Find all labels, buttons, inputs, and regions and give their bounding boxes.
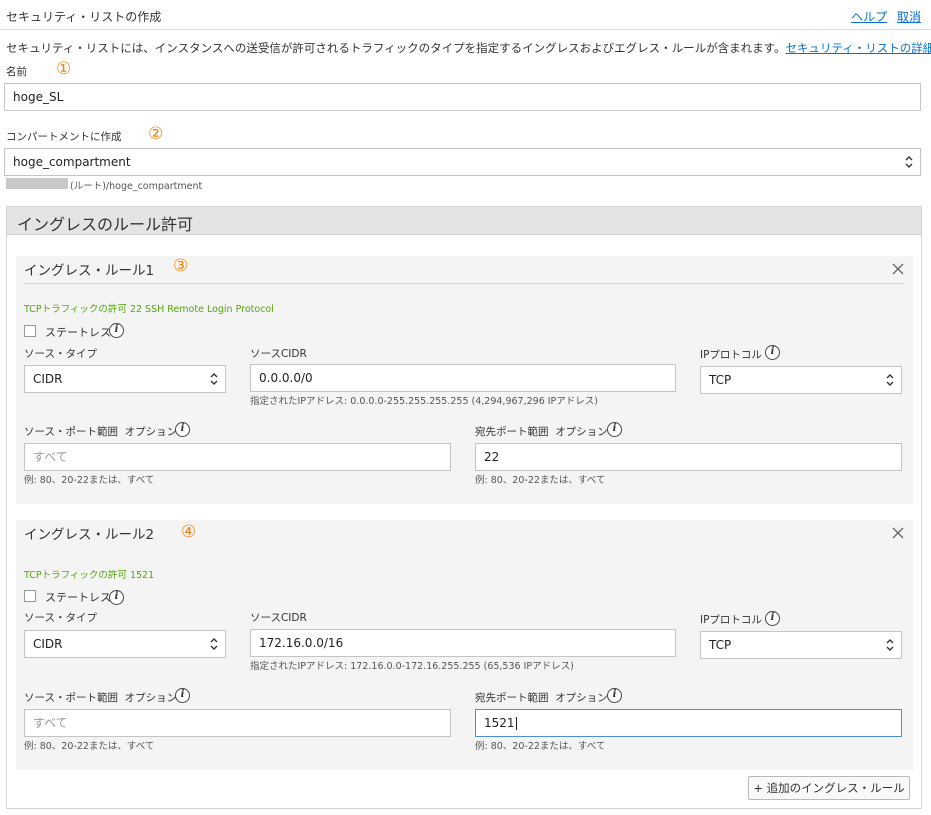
header-links: ヘルプ 取消 xyxy=(845,8,921,25)
rule-1-source-cidr-hint: 指定されたIPアドレス: 0.0.0.0-255.255.255.255 (4,… xyxy=(250,396,598,407)
rule-1-source-port-optional: オプション xyxy=(124,426,178,438)
info-circle-icon[interactable]: i xyxy=(109,323,124,338)
info-circle-icon[interactable]: i xyxy=(765,345,780,360)
security-list-details-link[interactable]: セキュリティ・リストの詳細 xyxy=(785,41,931,55)
help-link[interactable]: ヘルプ xyxy=(851,10,887,24)
rule-2-dest-port-input[interactable]: 1521 xyxy=(475,709,902,737)
rule-1-dest-port-label: 宛先ポート範囲 オプション xyxy=(475,424,608,439)
info-circle-icon[interactable]: i xyxy=(607,688,622,703)
rule-1-title: イングレス・ルール1 xyxy=(24,263,155,279)
rule-1-divider xyxy=(24,283,905,284)
info-circle-icon[interactable]: i xyxy=(175,688,190,703)
info-circle-icon[interactable]: i xyxy=(109,590,124,605)
dialog-title: セキュリティ・リストの作成 xyxy=(6,10,162,24)
marker-1: ① xyxy=(56,59,72,79)
add-ingress-rule-button[interactable]: + 追加のイングレス・ルール xyxy=(748,776,910,800)
name-input[interactable]: hoge_SL xyxy=(4,83,921,111)
rule-1-source-port-hint: 例: 80、20-22または、すべて xyxy=(24,475,155,486)
cancel-link[interactable]: 取消 xyxy=(897,10,921,24)
ingress-section-header: イングレスのルール許可 xyxy=(7,207,921,235)
marker-4: ④ xyxy=(181,522,197,542)
rule-2-stateless-checkbox[interactable] xyxy=(24,590,36,602)
rule-1-ip-protocol-label: IPプロトコル xyxy=(700,349,762,361)
rule-1-source-cidr-input[interactable]: 0.0.0.0/0 xyxy=(250,364,676,392)
info-circle-icon[interactable]: i xyxy=(175,422,190,437)
compartment-path-text: (ルート)/hoge_compartment xyxy=(70,181,203,192)
compartment-select[interactable]: hoge_compartment xyxy=(4,148,921,176)
rule-1-stateless-label: ステートレス xyxy=(45,326,111,339)
info-circle-icon[interactable]: i xyxy=(765,611,780,626)
rule-2-source-port-input[interactable]: すべて xyxy=(24,709,451,737)
description: セキュリティ・リストには、インスタンスへの送受信が許可されるトラフィックのタイプ… xyxy=(6,40,931,56)
rule-1-summary: TCPトラフィックの許可 22 SSH Remote Login Protoco… xyxy=(24,304,274,315)
marker-2: ② xyxy=(148,124,164,144)
rule-2-dest-port-label: 宛先ポート範囲 オプション xyxy=(475,690,608,705)
rule-1-ip-protocol-select[interactable]: TCP xyxy=(700,366,902,394)
rule-2-ip-protocol-value: TCP xyxy=(709,638,732,652)
rule-2-source-type-select[interactable]: CIDR xyxy=(24,630,226,658)
compartment-label: コンパートメントに作成 xyxy=(6,131,122,143)
chevron-up-down-icon xyxy=(210,638,218,650)
rule-1-source-type-label: ソース・タイプ xyxy=(24,348,97,360)
rule-1-source-type-value: CIDR xyxy=(33,372,63,386)
rule-2-source-type-label: ソース・タイプ xyxy=(24,612,97,624)
rule-2-summary: TCPトラフィックの許可 1521 xyxy=(24,570,155,581)
rule-2-source-port-hint: 例: 80、20-22または、すべて xyxy=(24,741,155,752)
rule-2-source-port-label: ソース・ポート範囲 オプション xyxy=(24,690,177,705)
rule-1-source-cidr-label: ソースCIDR xyxy=(250,348,307,360)
rule-2-stateless-label: ステートレス xyxy=(45,591,111,604)
rule-1-dest-port-input[interactable]: 22 xyxy=(475,443,902,471)
rule-1-source-port-label-text: ソース・ポート範囲 xyxy=(24,426,118,438)
redacted-tenancy xyxy=(6,178,68,189)
rule-2-ip-protocol-label: IPプロトコル xyxy=(700,614,762,626)
rule-2-dest-port-optional: オプション xyxy=(555,692,608,704)
rule-1-dest-port-label-text: 宛先ポート範囲 xyxy=(475,426,549,438)
chevron-up-down-icon xyxy=(886,639,894,651)
rule-1-stateless-checkbox[interactable] xyxy=(24,325,36,337)
rule-2-source-port-label-text: ソース・ポート範囲 xyxy=(24,692,118,704)
rule-1-source-port-label: ソース・ポート範囲 オプション xyxy=(24,424,177,439)
chevron-up-down-icon xyxy=(210,373,218,385)
rule-1-dest-port-hint: 例: 80、20-22または、すべて xyxy=(475,475,606,486)
rule-1-dest-port-optional: オプション xyxy=(555,426,608,438)
rule-2-source-port-optional: オプション xyxy=(124,692,178,704)
ingress-section-title: イングレスのルール許可 xyxy=(17,215,194,234)
compartment-path: (ルート)/hoge_compartment xyxy=(6,178,203,192)
close-icon[interactable] xyxy=(891,526,905,540)
compartment-select-value: hoge_compartment xyxy=(13,155,131,169)
rule-2-source-cidr-hint: 指定されたIPアドレス: 172.16.0.0-172.16.255.255 (… xyxy=(250,661,574,672)
rule-2-source-cidr-label: ソースCIDR xyxy=(250,612,307,624)
marker-3: ③ xyxy=(173,256,189,276)
description-text: セキュリティ・リストには、インスタンスへの送受信が許可されるトラフィックのタイプ… xyxy=(6,41,786,55)
rule-2-title: イングレス・ルール2 xyxy=(24,527,155,543)
rule-1-ip-protocol-value: TCP xyxy=(709,373,732,387)
rule-2-source-type-value: CIDR xyxy=(33,637,63,651)
info-circle-icon[interactable]: i xyxy=(607,422,622,437)
chevron-up-down-icon xyxy=(886,374,894,386)
dialog-header: セキュリティ・リストの作成 ヘルプ 取消 xyxy=(0,0,931,30)
chevron-up-down-icon xyxy=(905,156,913,168)
rule-1-source-port-input[interactable]: すべて xyxy=(24,443,451,471)
rule-2-dest-port-label-text: 宛先ポート範囲 xyxy=(475,692,549,704)
rule-2-ip-protocol-select[interactable]: TCP xyxy=(700,631,902,659)
rule-2-dest-port-value: 1521 xyxy=(484,716,515,730)
rule-2-dest-port-hint: 例: 80、20-22または、すべて xyxy=(475,741,606,752)
close-icon[interactable] xyxy=(891,262,905,276)
rule-1-source-type-select[interactable]: CIDR xyxy=(24,365,226,393)
text-caret xyxy=(515,717,517,730)
rule-2-source-cidr-input[interactable]: 172.16.0.0/16 xyxy=(250,629,676,657)
name-label: 名前 xyxy=(6,66,27,78)
